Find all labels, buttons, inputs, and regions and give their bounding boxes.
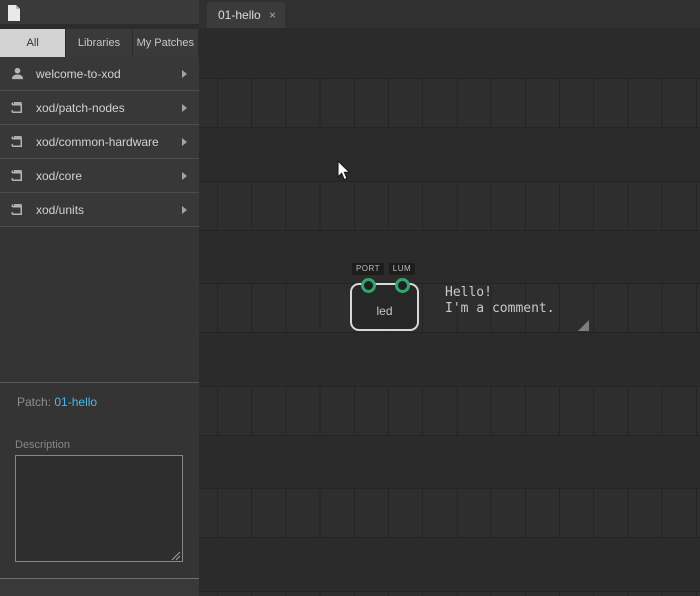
pin-port[interactable] <box>361 278 376 293</box>
browser-filter-tabs: All Libraries My Patches <box>0 24 199 57</box>
arrow-cursor-icon <box>337 160 352 182</box>
comment-line: Hello! <box>445 285 555 301</box>
chevron-right-icon[interactable] <box>182 138 187 146</box>
comment-node[interactable]: Hello! I'm a comment. <box>445 285 555 317</box>
pin-label-lum: LUM <box>389 263 415 275</box>
patch-canvas[interactable]: PORT LUM led Hello! I'm a comment. <box>199 28 700 596</box>
patch-info: Patch: 01-hello <box>17 395 97 409</box>
new-document-icon[interactable] <box>7 4 21 22</box>
book-icon <box>10 202 25 217</box>
tree-item-label: xod/patch-nodes <box>36 101 182 115</box>
grid-row-band <box>199 591 700 596</box>
tree-item-xod-units[interactable]: xod/units <box>0 193 199 227</box>
tree-item-xod-patch-nodes[interactable]: xod/patch-nodes <box>0 91 199 125</box>
editor-tab-label: 01-hello <box>218 8 269 22</box>
tab-my-patches[interactable]: My Patches <box>133 29 199 57</box>
project-browser-sidebar: All Libraries My Patches welcome-to-xod <box>0 0 199 596</box>
project-tree: welcome-to-xod xod/patch-nodes <box>0 57 199 227</box>
book-icon <box>10 168 25 183</box>
comment-line: I'm a comment. <box>445 301 555 317</box>
chevron-right-icon[interactable] <box>182 206 187 214</box>
panel-divider <box>0 382 199 383</box>
tab-all[interactable]: All <box>0 29 66 57</box>
tree-item-label: welcome-to-xod <box>36 67 182 81</box>
pin-label-port: PORT <box>352 263 384 275</box>
pin-lum[interactable] <box>395 278 410 293</box>
description-input[interactable] <box>15 455 183 562</box>
editor-tabbar: 01-hello × <box>199 0 700 28</box>
patch-info-label: Patch: <box>17 395 51 409</box>
node-led[interactable]: led <box>350 283 419 331</box>
user-icon <box>10 66 25 81</box>
book-icon <box>10 100 25 115</box>
grid-row-band <box>199 386 700 436</box>
chevron-right-icon[interactable] <box>182 172 187 180</box>
xod-ide-window: All Libraries My Patches welcome-to-xod <box>0 0 700 596</box>
sidebar-bottom-strip <box>0 579 199 596</box>
tab-libraries[interactable]: Libraries <box>66 29 132 57</box>
tree-item-xod-common-hardware[interactable]: xod/common-hardware <box>0 125 199 159</box>
tree-item-welcome-to-xod[interactable]: welcome-to-xod <box>0 57 199 91</box>
patch-name: 01-hello <box>54 395 97 409</box>
close-icon[interactable]: × <box>269 9 276 21</box>
node-label: led <box>376 304 392 318</box>
editor-tab-01-hello[interactable]: 01-hello × <box>207 2 285 28</box>
tree-item-label: xod/common-hardware <box>36 135 182 149</box>
chevron-right-icon[interactable] <box>182 70 187 78</box>
tree-item-label: xod/units <box>36 203 182 217</box>
description-label: Description <box>15 439 70 451</box>
comment-resize-handle[interactable] <box>578 320 589 331</box>
book-icon <box>10 134 25 149</box>
patch-editor: 01-hello × PORT LUM led Hello! I'm a com… <box>199 0 700 596</box>
grid-row-band <box>199 488 700 538</box>
tree-item-label: xod/core <box>36 169 182 183</box>
grid-row-band <box>199 181 700 231</box>
grid-row-band <box>199 78 700 128</box>
chevron-right-icon[interactable] <box>182 104 187 112</box>
tree-item-xod-core[interactable]: xod/core <box>0 159 199 193</box>
sidebar-toolbar <box>0 0 199 24</box>
